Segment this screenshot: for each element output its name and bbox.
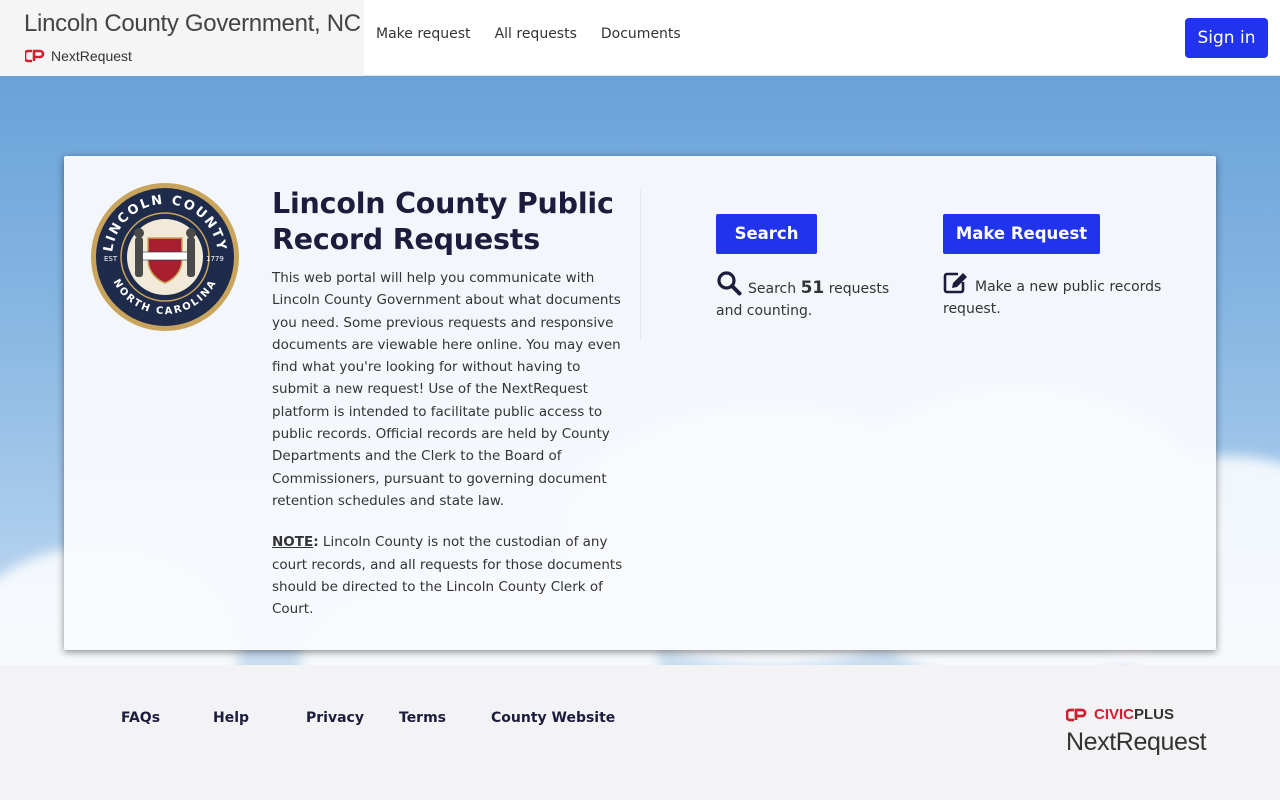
nextrequest-wordmark: NextRequest bbox=[1066, 728, 1207, 756]
intro-paragraph: This web portal will help you communicat… bbox=[272, 270, 621, 509]
civicplus-civic-text: CIVIC bbox=[1094, 706, 1135, 723]
civicplus-mark-icon bbox=[1066, 708, 1087, 721]
nextrequest-mark-icon bbox=[25, 49, 45, 63]
top-header: Lincoln County Government, NC NextReques… bbox=[0, 0, 1280, 76]
note-paragraph: NOTE: Lincoln County is not the custodia… bbox=[272, 531, 624, 620]
intro-text-block: Lincoln County Public Record Requests Th… bbox=[272, 186, 624, 620]
footer-link-help[interactable]: Help bbox=[213, 710, 249, 726]
sign-in-button[interactable]: Sign in bbox=[1185, 18, 1268, 58]
make-request-description: Make a new public records request. bbox=[943, 270, 1173, 320]
edit-icon bbox=[943, 272, 967, 294]
nav-make-request[interactable]: Make request bbox=[376, 26, 471, 42]
page-footer: FAQs Help Privacy Terms County Website C… bbox=[0, 665, 1280, 800]
vertical-divider bbox=[640, 190, 641, 340]
make-request-action: Make Request Make a new public records r… bbox=[943, 214, 1173, 320]
search-button[interactable]: Search bbox=[716, 214, 817, 254]
make-request-desc-text: Make a new public records request. bbox=[943, 279, 1162, 317]
brand-block[interactable]: Lincoln County Government, NC NextReques… bbox=[0, 0, 364, 76]
org-title[interactable]: Lincoln County Government, NC bbox=[24, 10, 361, 38]
footer-link-privacy[interactable]: Privacy bbox=[306, 710, 364, 726]
seal-est-text: EST bbox=[104, 255, 118, 263]
nav-documents[interactable]: Documents bbox=[601, 26, 681, 42]
main-nav: Make request All requests Documents bbox=[376, 26, 681, 42]
county-seal-logo: LINCOLN COUNTY NORTH CAROLINA EST 1779 bbox=[91, 183, 239, 331]
civicplus-plus-text: PLUS bbox=[1134, 706, 1175, 723]
seal-year-text: 1779 bbox=[206, 255, 224, 263]
page-title: Lincoln County Public Record Requests bbox=[272, 187, 614, 256]
search-icon bbox=[717, 271, 742, 296]
search-desc-prefix: Search bbox=[748, 281, 797, 297]
make-request-button[interactable]: Make Request bbox=[943, 214, 1100, 254]
footer-link-terms[interactable]: Terms bbox=[399, 710, 446, 726]
civicplus-wordmark: CIVICPLUS bbox=[1094, 706, 1174, 723]
nav-all-requests[interactable]: All requests bbox=[495, 26, 577, 42]
note-label: NOTE bbox=[272, 534, 314, 551]
request-count: 51 bbox=[800, 278, 825, 298]
nextrequest-logo: NextRequest bbox=[25, 48, 132, 64]
footer-link-faqs[interactable]: FAQs bbox=[121, 710, 160, 726]
search-action: Search Search 51 requests and counting. bbox=[716, 214, 916, 322]
footer-link-county-website[interactable]: County Website bbox=[491, 710, 615, 726]
note-text: Lincoln County is not the custodian of a… bbox=[272, 534, 623, 618]
civicplus-logo: CIVICPLUS bbox=[1066, 706, 1174, 723]
hero-section: LINCOLN COUNTY NORTH CAROLINA EST 1779 L… bbox=[0, 76, 1280, 665]
product-name: NextRequest bbox=[51, 48, 132, 64]
search-description: Search 51 requests and counting. bbox=[716, 270, 916, 322]
intro-card: LINCOLN COUNTY NORTH CAROLINA EST 1779 L… bbox=[64, 156, 1216, 650]
